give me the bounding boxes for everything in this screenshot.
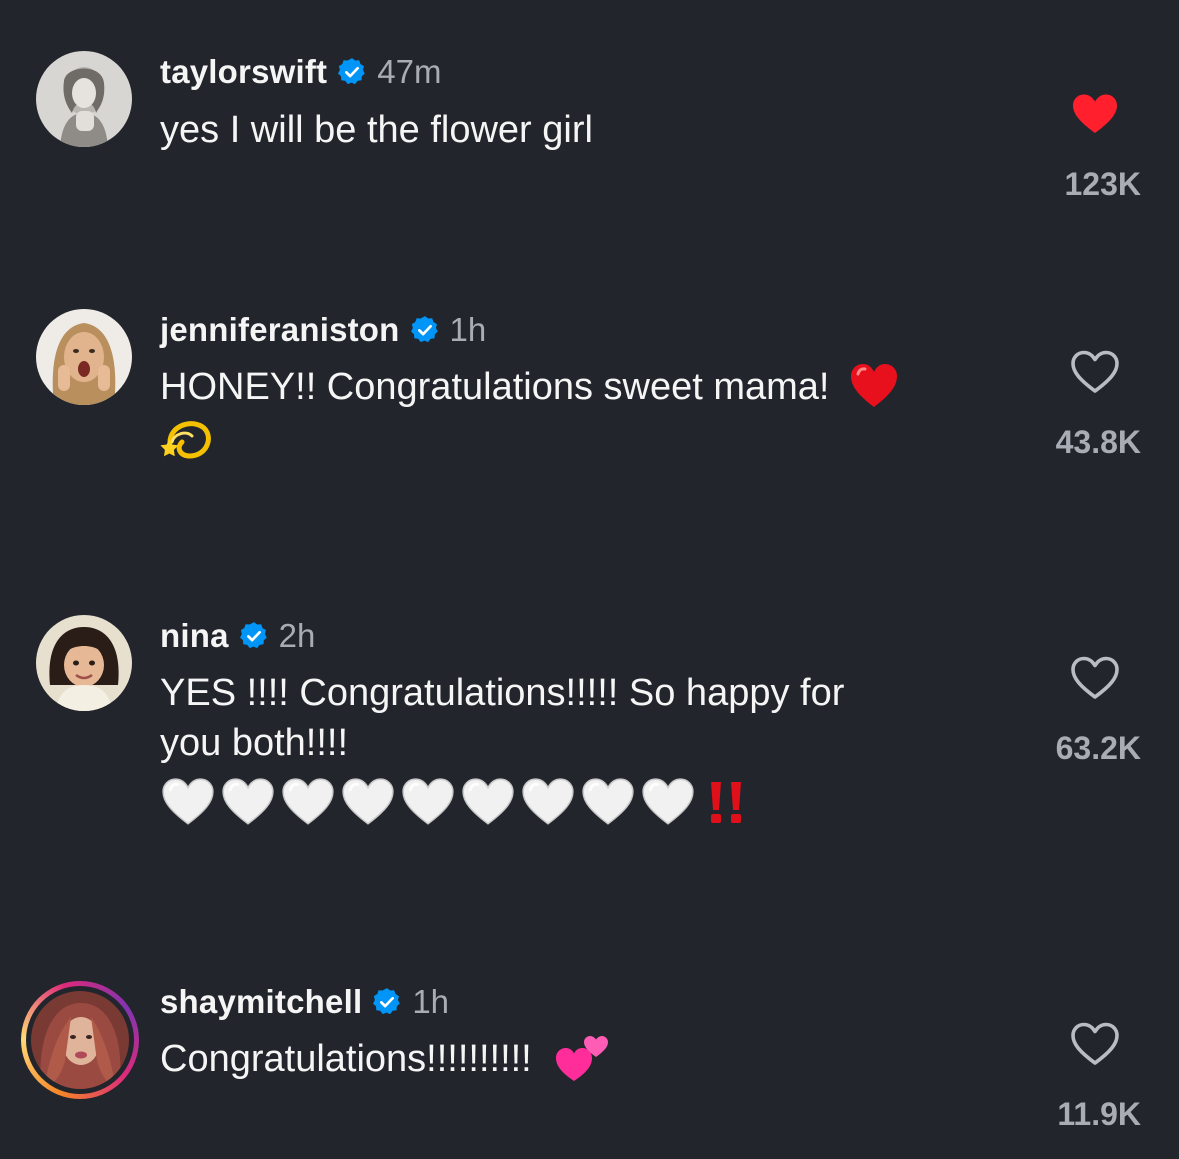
story-ring[interactable] (21, 981, 139, 1099)
timestamp: 1h (412, 983, 450, 1020)
timestamp: 47m (377, 53, 442, 90)
verified-badge-icon (372, 987, 402, 1017)
white-heart-emoji-icon (160, 776, 216, 828)
white-heart-emoji-icon (220, 776, 276, 828)
two-hearts-emoji-icon (556, 1035, 609, 1081)
avatar-image (36, 51, 132, 147)
avatar-image (36, 309, 132, 405)
double-exclamation-emoji-icon (711, 782, 741, 823)
avatar-image (36, 615, 132, 711)
username[interactable]: nina (160, 617, 229, 655)
username[interactable]: shaymitchell (160, 983, 362, 1021)
username[interactable]: taylorswift (160, 53, 327, 91)
avatar[interactable] (36, 51, 132, 147)
comment-text-block: HONEY!! Congratulations sweet mama! (160, 362, 990, 470)
white-heart-emoji-icon (400, 776, 456, 828)
white-heart-emoji-icon (580, 776, 636, 828)
emoji-row (160, 772, 990, 832)
comment-text: yes I will be the flower girl (160, 109, 593, 151)
verified-badge-icon (337, 57, 367, 87)
verified-badge-icon (239, 621, 269, 651)
comment-text-block: YES !!!! Congratulations!!!!! So happy f… (160, 668, 990, 832)
like-count: 43.8K (1055, 424, 1141, 460)
heart-outline-icon[interactable] (1070, 1021, 1120, 1067)
heart-outline-icon[interactable] (1070, 655, 1120, 701)
heart-outline-icon[interactable] (1070, 349, 1120, 395)
timestamp: 1h (449, 311, 487, 348)
timestamp: 2h (278, 617, 316, 654)
comment-text-block: Congratulations!!!!!!!!!! (160, 1034, 990, 1085)
white-heart-emoji-icon (640, 776, 696, 828)
white-heart-emoji-icon (340, 776, 396, 828)
comment-text: YES !!!! Congratulations!!!!! So happy f… (160, 672, 845, 714)
red-heart-emoji-icon (851, 363, 898, 407)
like-count: 123K (1064, 166, 1142, 202)
comment-text: Congratulations!!!!!!!!!! (160, 1038, 532, 1080)
avatar[interactable] (36, 309, 132, 405)
like-count: 11.9K (1057, 1096, 1141, 1132)
white-heart-emoji-icon (460, 776, 516, 828)
white-heart-emoji-icon (520, 776, 576, 828)
comment-text: HONEY!! Congratulations sweet mama! (160, 366, 830, 408)
avatar (31, 991, 129, 1089)
heart-filled-icon[interactable] (1070, 91, 1120, 137)
username[interactable]: jenniferaniston (160, 311, 400, 349)
comment-text: you both!!!! (160, 722, 349, 764)
dizzy-emoji-icon (160, 421, 211, 459)
like-count: 63.2K (1055, 730, 1141, 766)
avatar[interactable] (36, 615, 132, 711)
verified-badge-icon (410, 315, 440, 345)
white-heart-emoji-icon (280, 776, 336, 828)
avatar-image (31, 991, 129, 1089)
